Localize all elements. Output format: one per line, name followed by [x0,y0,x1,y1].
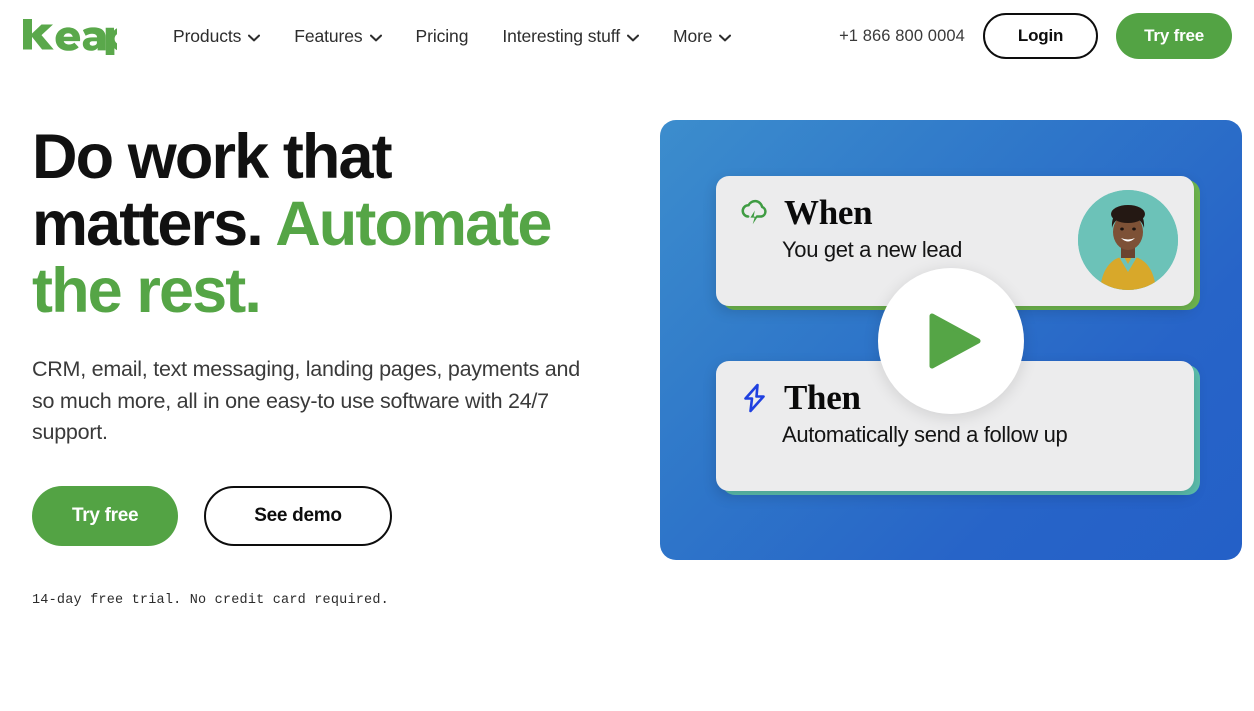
avatar [1078,190,1178,290]
play-icon [929,313,981,369]
cloud-lightning-icon [741,199,767,224]
chevron-down-icon [719,34,732,41]
login-button[interactable]: Login [982,13,1099,59]
header-try-free-button[interactable]: Try free [1116,13,1232,59]
see-demo-button[interactable]: See demo [204,486,392,547]
hero-subcopy: CRM, email, text messaging, landing page… [32,357,580,445]
nav-item-more[interactable]: More [672,25,732,47]
chevron-down-icon [369,34,382,41]
hero-section: Do work that matters. Automate the rest.… [0,72,1254,608]
card-subtitle: Automatically send a follow up [782,422,1068,447]
nav-item-label: Features [294,25,363,46]
header-actions: +1 866 800 0004 Login Try free [839,13,1232,59]
trial-fineprint: 14-day free trial. No credit card requir… [32,593,389,609]
keap-logo[interactable] [20,17,117,55]
nav-item-products[interactable]: Products [173,25,261,47]
page-title: Do work that matters. Automate the rest. [32,124,632,324]
site-header: Products Features Pricing Interesting st… [0,0,1254,72]
chevron-down-icon [626,34,639,41]
lightning-bolt-icon [744,383,765,412]
hero-cta-row: Try free See demo [32,486,632,547]
avatar-smiling-woman [1078,190,1178,290]
hero-try-free-button[interactable]: Try free [32,486,179,547]
primary-navigation: Products Features Pricing Interesting st… [173,25,732,47]
nav-item-pricing[interactable]: Pricing [416,26,469,47]
nav-item-label: Interesting stuff [502,25,620,46]
phone-number-link[interactable]: +1 866 800 0004 [839,27,965,46]
nav-item-label: Pricing [415,25,469,46]
keap-wordmark-icon [23,19,117,55]
nav-item-features[interactable]: Features [294,25,382,47]
nav-item-label: More [672,25,713,46]
card-title: When [784,193,873,232]
hero-media: When You get a new lead Then Automatical… [660,120,1242,608]
video-preview-panel[interactable]: When You get a new lead Then Automatical… [660,120,1242,560]
play-video-button[interactable] [878,268,1024,414]
nav-item-interesting-stuff[interactable]: Interesting stuff [502,26,639,47]
chevron-down-icon [248,34,261,41]
nav-item-label: Products [173,25,242,46]
hero-copy: Do work that matters. Automate the rest.… [32,120,632,608]
card-title: Then [784,378,861,417]
